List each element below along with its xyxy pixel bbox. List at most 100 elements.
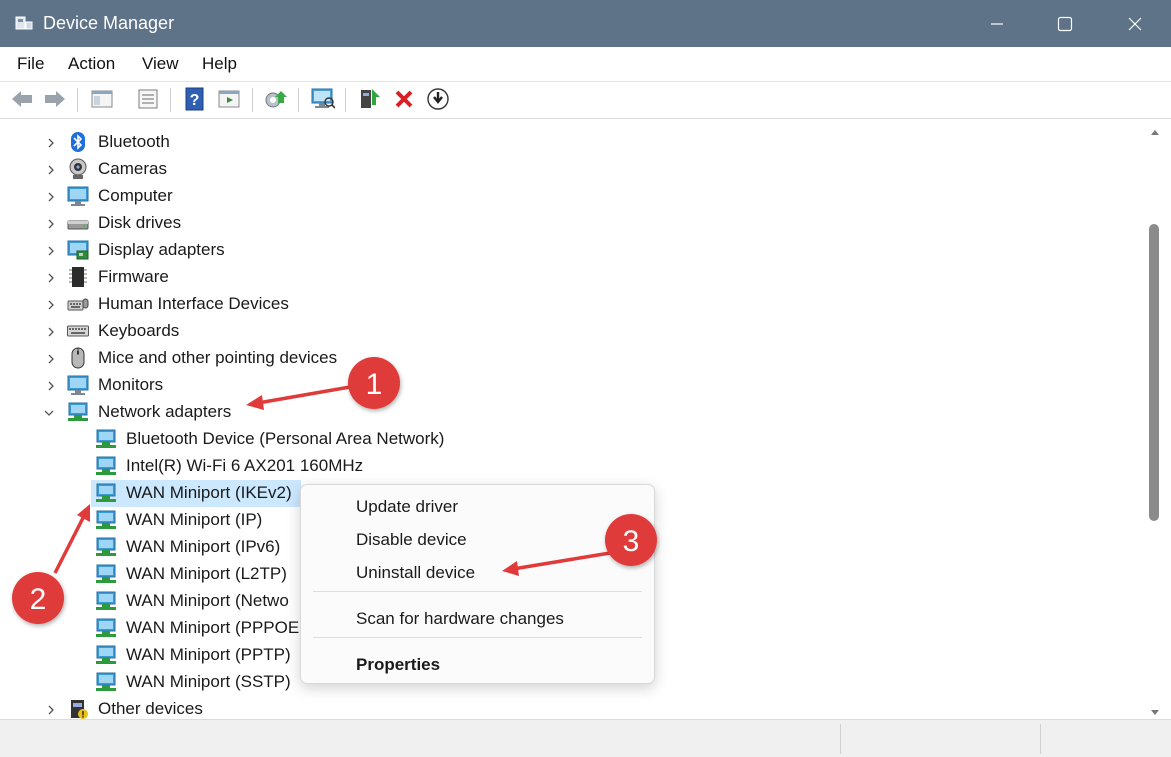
tree-item-label: WAN Miniport (PPPOE <box>126 618 300 637</box>
back-button[interactable] <box>9 86 35 112</box>
window-title: Device Manager <box>43 13 175 33</box>
tree-item-network-adapters[interactable]: Network adapters <box>5 399 605 426</box>
disable-device-button[interactable] <box>425 86 451 112</box>
properties-icon <box>138 89 158 109</box>
scrollbar-thumb[interactable] <box>1149 224 1159 521</box>
scroll-up-arrow-icon[interactable] <box>1150 128 1160 136</box>
tree-item-bluetooth[interactable]: Bluetooth <box>5 129 605 156</box>
tree-item-cameras[interactable]: Cameras <box>5 156 605 183</box>
chevron-right-icon[interactable] <box>45 272 57 284</box>
scan-hardware-icon <box>311 88 335 109</box>
network-adapter-icon <box>96 645 116 664</box>
tree-item-network-device[interactable]: WAN Miniport (L2TP) <box>91 561 301 588</box>
chevron-right-icon[interactable] <box>45 299 57 311</box>
menu-view[interactable]: View <box>142 54 179 74</box>
chevron-right-icon[interactable] <box>45 137 57 149</box>
tree-item-label: Firmware <box>98 267 169 286</box>
title-bar[interactable]: Device Manager <box>0 0 1171 47</box>
action-pane-button[interactable] <box>216 86 242 112</box>
tree-item-label: WAN Miniport (PPTP) <box>126 645 291 664</box>
tree-item-label: Bluetooth <box>98 132 170 151</box>
chevron-right-icon[interactable] <box>45 380 57 392</box>
tree-item-network-device[interactable]: WAN Miniport (PPPOE <box>91 615 301 642</box>
hid-icon <box>67 298 89 311</box>
update-driver-button[interactable] <box>263 86 289 112</box>
chevron-down-icon[interactable] <box>43 407 55 419</box>
chevron-right-icon[interactable] <box>45 218 57 230</box>
tree-item-mice[interactable]: Mice and other pointing devices <box>5 345 605 372</box>
tree-item-computer[interactable]: Computer <box>5 183 605 210</box>
tree-item-label: Keyboards <box>98 321 180 340</box>
tree-item-label: Display adapters <box>98 240 225 259</box>
tree-item-label: Human Interface Devices <box>98 294 289 313</box>
chevron-right-icon[interactable] <box>45 704 57 716</box>
tree-item-network-device[interactable]: WAN Miniport (PPTP) <box>91 642 301 669</box>
tree-item-network-device[interactable]: WAN Miniport (IPv6) <box>91 534 301 561</box>
tree-item-network-device-selected[interactable]: WAN Miniport (IKEv2) <box>91 480 301 507</box>
back-icon <box>12 91 32 107</box>
chevron-right-icon[interactable] <box>45 326 57 338</box>
show-hide-console-tree-button[interactable] <box>89 86 115 112</box>
uninstall-device-button[interactable] <box>391 86 417 112</box>
network-adapter-icon <box>96 618 116 637</box>
network-adapter-icon <box>96 591 116 610</box>
network-adapter-icon <box>96 510 116 529</box>
network-adapter-icon <box>96 429 116 448</box>
menu-uninstall-device[interactable]: Uninstall device <box>356 563 475 583</box>
status-bar <box>0 719 1171 757</box>
close-icon <box>1128 17 1142 30</box>
tree-item-display-adapters[interactable]: Display adapters <box>5 237 605 264</box>
tree-item-monitors[interactable]: Monitors <box>5 372 605 399</box>
menu-scan-hardware[interactable]: Scan for hardware changes <box>356 609 564 629</box>
svg-text:!: ! <box>82 710 85 720</box>
network-adapter-icon <box>96 537 116 556</box>
vertical-scrollbar[interactable] <box>1145 126 1165 719</box>
maximize-icon <box>1057 16 1073 31</box>
close-button[interactable] <box>1100 0 1170 47</box>
forward-button[interactable] <box>42 86 68 112</box>
tree-item-network-device[interactable]: WAN Miniport (SSTP) <box>91 669 301 696</box>
chevron-right-icon[interactable] <box>45 164 57 176</box>
svg-text:?: ? <box>190 92 200 109</box>
chevron-right-icon[interactable] <box>45 191 57 203</box>
minimize-icon <box>991 22 1003 25</box>
menu-update-driver[interactable]: Update driver <box>356 497 458 517</box>
minimize-button[interactable] <box>962 0 1032 47</box>
tree-item-network-device[interactable]: WAN Miniport (Netwo <box>91 588 301 615</box>
help-icon: ? <box>185 87 204 111</box>
tree-item-network-device[interactable]: Bluetooth Device (Personal Area Network) <box>91 426 471 453</box>
context-menu: Update driver Disable device Uninstall d… <box>300 484 655 684</box>
network-adapter-icon <box>96 672 116 691</box>
menu-disable-device[interactable]: Disable device <box>356 530 467 550</box>
scroll-down-arrow-icon[interactable] <box>1150 709 1160 717</box>
maximize-button[interactable] <box>1030 0 1100 47</box>
network-adapter-icon <box>96 483 116 502</box>
scan-hardware-button[interactable] <box>309 86 335 112</box>
menu-help[interactable]: Help <box>202 54 237 74</box>
tree-item-label: Other devices <box>98 699 203 718</box>
other-devices-icon: ! <box>71 700 88 720</box>
menu-properties[interactable]: Properties <box>356 655 440 675</box>
tree-item-label: WAN Miniport (IPv6) <box>126 537 281 556</box>
network-adapter-icon <box>96 564 116 583</box>
update-driver-icon <box>265 91 287 108</box>
uninstall-device-icon <box>395 90 413 108</box>
tree-item-network-device[interactable]: Intel(R) Wi-Fi 6 AX201 160MHz <box>91 453 471 480</box>
enable-device-button[interactable] <box>357 86 383 112</box>
chevron-right-icon[interactable] <box>45 353 57 365</box>
tree-item-network-device[interactable]: WAN Miniport (IP) <box>91 507 301 534</box>
menu-action[interactable]: Action <box>68 54 115 74</box>
menu-bar: File Action View Help <box>0 47 1171 82</box>
tree-item-keyboards[interactable]: Keyboards <box>5 318 605 345</box>
tree-item-label: WAN Miniport (SSTP) <box>126 672 291 691</box>
help-button[interactable]: ? <box>182 86 208 112</box>
tree-item-other-devices[interactable]: ! Other devices <box>5 696 605 719</box>
device-manager-icon <box>15 16 33 30</box>
tree-item-firmware[interactable]: Firmware <box>5 264 605 291</box>
menu-file[interactable]: File <box>17 54 44 74</box>
properties-button[interactable] <box>135 86 161 112</box>
tree-item-label: WAN Miniport (IKEv2) <box>126 483 292 502</box>
tree-item-human-interface-devices[interactable]: Human Interface Devices <box>5 291 605 318</box>
tree-item-disk-drives[interactable]: Disk drives <box>5 210 605 237</box>
chevron-right-icon[interactable] <box>45 245 57 257</box>
